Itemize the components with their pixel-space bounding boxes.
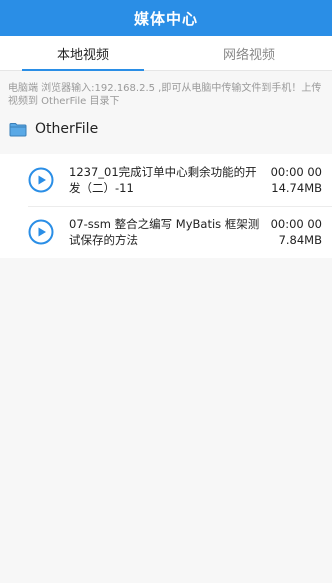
video-size: 7.84MB xyxy=(278,233,322,247)
video-title: 1237_01完成订单中心剩余功能的开发（二）-11 xyxy=(69,165,257,195)
video-list: 1237_01完成订单中心剩余功能的开发（二）-11 00:00 00 14.7… xyxy=(0,154,332,258)
folder-icon xyxy=(9,122,27,137)
upload-hint: 电脑端 浏览器输入:192.168.2.5 ,即可从电脑中传输文件到手机！上传视… xyxy=(0,71,332,114)
video-meta: 00:00 00 14.74MB xyxy=(271,164,322,196)
list-item[interactable]: 1237_01完成订单中心剩余功能的开发（二）-11 00:00 00 14.7… xyxy=(0,154,332,206)
folder-name: OtherFile xyxy=(35,121,99,137)
page-title: 媒体中心 xyxy=(133,9,198,28)
play-circle-icon[interactable] xyxy=(28,219,54,245)
video-duration: 00:00 00 xyxy=(270,217,322,231)
tab-local-videos[interactable]: 本地视频 xyxy=(0,36,166,71)
video-size: 14.74MB xyxy=(271,181,322,195)
tab-bar: 本地视频 网络视频 xyxy=(0,36,332,71)
video-duration: 00:00 00 xyxy=(270,165,322,179)
play-circle-icon[interactable] xyxy=(28,167,54,193)
video-title: 07-ssm 整合之编写 MyBatis 框架测试保存的方法 xyxy=(69,217,260,247)
tab-network-videos[interactable]: 网络视频 xyxy=(166,36,332,70)
list-item[interactable]: 07-ssm 整合之编写 MyBatis 框架测试保存的方法 00:00 00 … xyxy=(0,206,332,258)
navbar: 媒体中心 xyxy=(0,0,332,36)
video-meta: 00:00 00 7.84MB xyxy=(271,216,322,248)
folder-row[interactable]: OtherFile xyxy=(0,114,332,144)
